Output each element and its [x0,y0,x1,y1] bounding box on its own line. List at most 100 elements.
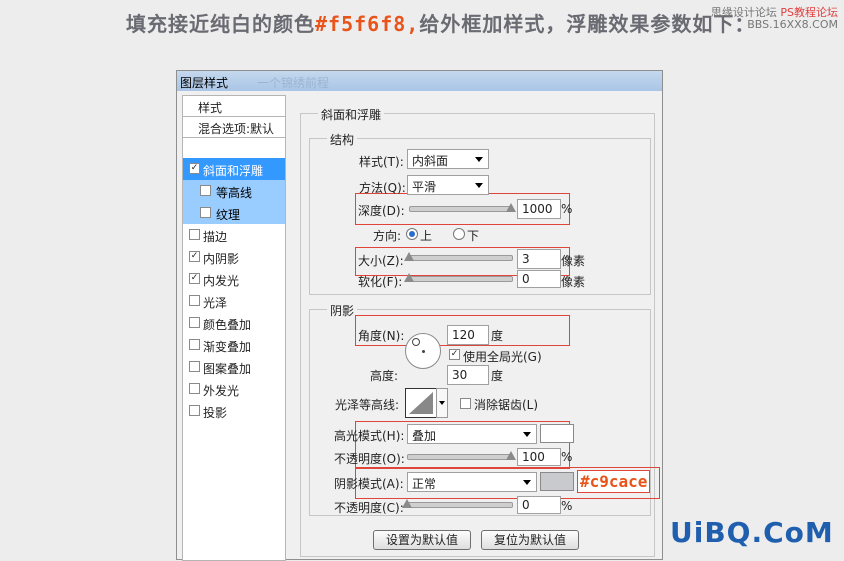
style-item-contour[interactable]: 等高线 [183,180,285,202]
inner-glow-checkbox[interactable]: ✓ [189,273,200,284]
antialias-checkbox[interactable] [460,398,471,409]
soften-value: 0 [522,272,530,286]
highlight-opacity-thumb[interactable] [506,451,516,460]
shadow-opacity-track[interactable] [407,502,513,508]
gloss-contour-icon [409,392,433,414]
dialog-titlebar[interactable] [177,71,662,91]
global-light-checkbox[interactable]: ✓ [449,349,460,360]
texture-checkbox[interactable] [200,207,211,218]
headline-color-code: #f5f6f8, [315,12,420,36]
angle-dial-center [422,350,425,353]
angle-label: 角度(N): [358,329,405,343]
bevel-style-value: 内斜面 [412,154,449,168]
highlight-mode-value: 叠加 [412,429,437,443]
angle-unit: 度 [491,329,504,343]
layer-style-dialog: 图层样式 一个锦绣前程 样式 混合选项:默认 ✓ 斜面和浮雕 等高线 纹理 描边… [176,70,663,561]
inner-shadow-checkbox[interactable]: ✓ [189,251,200,262]
style-item-stroke[interactable]: 描边 [183,224,285,246]
style-item-label: 外发光 [203,384,240,398]
style-item-pattern-overlay[interactable]: 图案叠加 [183,356,285,378]
styles-header[interactable]: 样式 [183,96,285,117]
style-item-label: 内发光 [203,274,240,288]
shadow-mode-select[interactable]: 正常 [407,472,537,492]
bevel-checkbox[interactable]: ✓ [189,163,200,174]
stroke-checkbox[interactable] [189,229,200,240]
shadow-color-annotation: #c9cace [577,470,651,493]
style-item-label: 图案叠加 [203,362,252,376]
pattern-overlay-checkbox[interactable] [189,361,200,372]
blending-options-item[interactable]: 混合选项:默认 [183,117,285,138]
watermark-bottom: UiBQ.CoM [670,516,834,549]
color-overlay-checkbox[interactable] [189,317,200,328]
depth-value: 1000 [522,202,553,216]
shadow-mode-value: 正常 [412,477,437,491]
style-item-texture[interactable]: 纹理 [183,202,285,224]
soften-slider-thumb[interactable] [404,273,414,282]
direction-label: 方向: [373,229,402,243]
direction-down-radio[interactable] [453,228,465,240]
size-slider-thumb[interactable] [404,252,414,261]
size-input[interactable]: 3 [517,249,561,269]
highlight-opacity-input[interactable]: 100 [517,448,561,466]
style-item-label: 光泽 [203,296,228,310]
chevron-down-icon [523,432,531,437]
style-label: 样式(T): [359,155,404,169]
style-item-label: 渐变叠加 [203,340,252,354]
soften-input[interactable]: 0 [517,270,561,288]
direction-up-radio[interactable] [406,228,418,240]
reset-default-button[interactable]: 复位为默认值 [481,530,579,550]
shadow-opacity-thumb[interactable] [402,499,412,508]
size-slider-track[interactable] [409,255,513,261]
style-item-label: 纹理 [216,208,241,222]
contour-checkbox[interactable] [200,185,211,196]
style-item-satin[interactable]: 光泽 [183,290,285,312]
style-item-inner-shadow[interactable]: ✓ 内阴影 [183,246,285,268]
style-item-outer-glow[interactable]: 外发光 [183,378,285,400]
technique-select[interactable]: 平滑 [407,175,489,195]
global-light-label: 使用全局光(G) [463,350,542,364]
highlight-mode-select[interactable]: 叠加 [407,424,537,444]
dialog-title-blurred: 一个锦绣前程 [257,76,330,90]
bevel-style-select[interactable]: 内斜面 [407,149,489,169]
dialog-title: 图层样式 [180,76,229,90]
shading-title: 阴影 [327,302,358,319]
headline-prefix: 填充接近纯白的颜色 [126,12,315,36]
style-item-bevel[interactable]: ✓ 斜面和浮雕 [183,158,285,180]
drop-shadow-checkbox[interactable] [189,405,200,416]
soften-slider-track[interactable] [409,276,513,282]
shadow-opacity-unit: % [561,499,573,513]
set-default-button[interactable]: 设置为默认值 [373,530,471,550]
depth-slider-track[interactable] [409,206,513,212]
style-item-inner-glow[interactable]: ✓ 内发光 [183,268,285,290]
style-item-label: 等高线 [216,186,253,200]
angle-dial[interactable] [405,333,441,369]
outer-glow-checkbox[interactable] [189,383,200,394]
angle-input[interactable]: 120 [447,325,489,345]
style-item-label: 投影 [203,406,228,420]
shadow-opacity-value: 0 [522,498,530,512]
gloss-contour-dropdown[interactable] [436,388,448,418]
direction-down-label: 下 [467,229,480,243]
technique-label: 方法(Q): [359,181,406,195]
shadow-opacity-input[interactable]: 0 [517,496,561,514]
highlight-color-swatch[interactable] [540,424,574,443]
depth-slider-thumb[interactable] [506,203,516,212]
shadow-color-swatch[interactable] [540,472,574,491]
size-label: 大小(Z): [358,254,404,268]
structure-title: 结构 [327,131,358,148]
style-item-drop-shadow[interactable]: 投影 [183,400,285,422]
gloss-contour-picker[interactable] [405,388,437,418]
chevron-down-icon [439,401,445,405]
depth-input[interactable]: 1000 [517,199,561,219]
highlight-opacity-track[interactable] [407,454,513,460]
gradient-overlay-checkbox[interactable] [189,339,200,350]
angle-value: 120 [452,328,475,342]
style-item-gradient-overlay[interactable]: 渐变叠加 [183,334,285,356]
style-item-color-overlay[interactable]: 颜色叠加 [183,312,285,334]
watermark-line3: BBS.16XX8.COM [747,18,838,31]
angle-dial-handle[interactable] [412,338,420,346]
highlight-opacity-unit: % [561,450,573,464]
satin-checkbox[interactable] [189,295,200,306]
altitude-input[interactable]: 30 [447,365,489,385]
soften-label: 软化(F): [358,275,403,289]
